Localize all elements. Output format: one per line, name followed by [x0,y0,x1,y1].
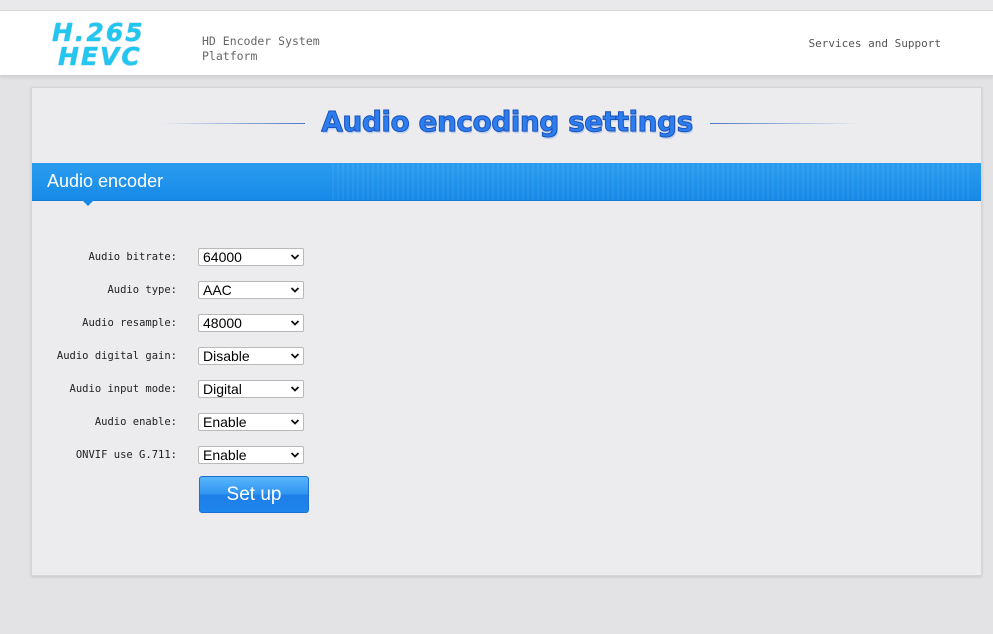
onvif-g711-select[interactable]: Enable [198,446,304,464]
services-support-link[interactable]: Services and Support [809,37,941,50]
main-panel: Audio encoding settings Audio encoder Au… [31,87,982,576]
audio-type-label: Audio type: [107,284,177,296]
chevron-down-icon [290,287,300,293]
page-title: Audio encoding settings [321,105,694,139]
page-title-area: Audio encoding settings [32,102,981,146]
chevron-down-icon [290,419,300,425]
section-title: Audio encoder [47,171,164,191]
row-audio-bitrate: Audio bitrate: 64000 [32,248,332,268]
audio-input-mode-select[interactable]: Digital [198,380,304,398]
set-up-button[interactable]: Set up [199,476,309,513]
onvif-g711-value: Enable [203,447,247,463]
section-header: Audio encoder [32,163,981,201]
logo-text-bottom: HEVC [58,42,142,71]
row-audio-digital-gain: Audio digital gain: Disable [32,347,332,367]
top-stripe [0,0,993,11]
row-audio-type: Audio type: AAC [32,281,332,301]
chevron-down-icon [290,353,300,359]
row-audio-enable: Audio enable: Enable [32,413,332,433]
audio-digital-gain-label: Audio digital gain: [56,350,177,362]
chevron-down-icon [290,452,300,458]
section-pointer [82,200,94,206]
audio-resample-select[interactable]: 48000 [198,314,304,332]
row-audio-resample: Audio resample: 48000 [32,314,332,334]
audio-bitrate-select[interactable]: 64000 [198,248,304,266]
title-divider-right [710,123,860,124]
audio-input-mode-value: Digital [203,381,242,397]
audio-bitrate-label: Audio bitrate: [88,251,177,263]
logo: H.265 HEVC [52,18,162,70]
section-header-pattern [332,163,972,200]
audio-type-select[interactable]: AAC [198,281,304,299]
chevron-down-icon [290,254,300,260]
audio-resample-label: Audio resample: [82,317,177,329]
chevron-down-icon [290,320,300,326]
row-onvif-g711: ONVIF use G.711: Enable [32,446,332,466]
system-subtitle: HD Encoder System Platform [202,34,320,63]
audio-enable-select[interactable]: Enable [198,413,304,431]
header: H.265 HEVC HD Encoder System Platform Se… [0,11,993,76]
audio-type-value: AAC [203,282,232,298]
audio-resample-value: 48000 [203,315,242,331]
row-audio-input-mode: Audio input mode: Digital [32,380,332,400]
audio-enable-value: Enable [203,414,247,430]
audio-bitrate-value: 64000 [203,249,242,265]
audio-enable-label: Audio enable: [94,416,177,428]
title-divider-left [160,123,305,124]
audio-digital-gain-select[interactable]: Disable [198,347,304,365]
onvif-g711-label: ONVIF use G.711: [75,449,177,461]
audio-input-mode-label: Audio input mode: [69,383,177,395]
chevron-down-icon [290,386,300,392]
audio-digital-gain-value: Disable [203,348,250,364]
